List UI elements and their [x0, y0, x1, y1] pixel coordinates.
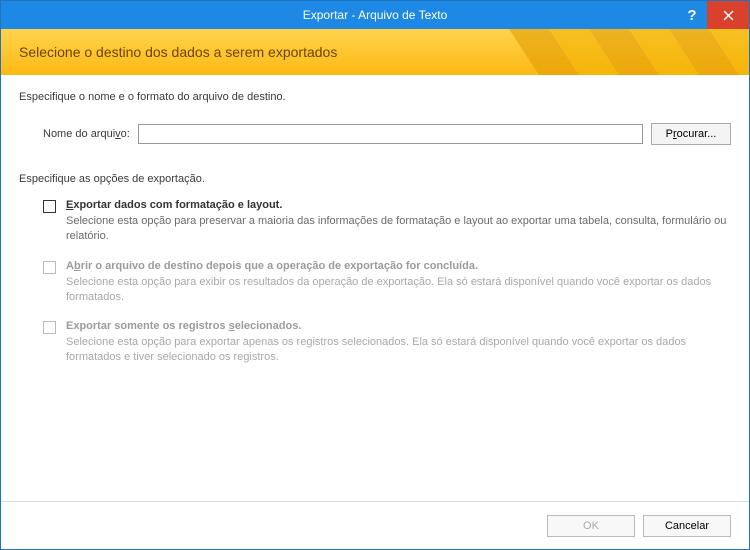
option-title: Abrir o arquivo de destino depois que a …: [66, 260, 731, 272]
filename-row: Nome do arquivo: Procurar...: [19, 123, 731, 145]
close-button[interactable]: [707, 1, 749, 29]
export-dialog: Exportar - Arquivo de Texto ? Selecione …: [0, 0, 750, 550]
option-desc: Selecione esta opção para exibir os resu…: [66, 275, 731, 305]
help-button[interactable]: ?: [677, 1, 707, 29]
checkbox-open-after: [43, 261, 56, 274]
close-icon: [723, 10, 734, 21]
option-export-formatting: Exportar dados com formatação e layout. …: [19, 199, 731, 244]
option-selected-only: Exportar somente os registros selecionad…: [19, 320, 731, 365]
filename-input[interactable]: [138, 124, 643, 144]
ok-button[interactable]: OK: [547, 515, 635, 537]
banner-title: Selecione o destino dos dados a serem ex…: [19, 44, 337, 60]
option-desc: Selecione esta opção para exportar apena…: [66, 335, 731, 365]
banner-decoration: [509, 29, 749, 75]
option-desc: Selecione esta opção para preservar a ma…: [66, 214, 731, 244]
checkbox-export-formatting[interactable]: [43, 200, 56, 213]
options-header: Especifique as opções de exportação.: [19, 173, 731, 185]
content-area: Especifique o nome e o formato do arquiv…: [1, 75, 749, 501]
option-open-after: Abrir o arquivo de destino depois que a …: [19, 260, 731, 305]
checkbox-selected-only: [43, 321, 56, 334]
window-title: Exportar - Arquivo de Texto: [303, 8, 448, 22]
help-icon: ?: [687, 7, 696, 24]
option-title: Exportar somente os registros selecionad…: [66, 320, 731, 332]
filename-label: Nome do arquivo:: [43, 128, 130, 140]
titlebar: Exportar - Arquivo de Texto ?: [1, 1, 749, 29]
file-instruction: Especifique o nome e o formato do arquiv…: [19, 91, 731, 103]
titlebar-controls: ?: [677, 1, 749, 29]
banner: Selecione o destino dos dados a serem ex…: [1, 29, 749, 75]
footer: OK Cancelar: [1, 501, 749, 549]
option-title: Exportar dados com formatação e layout.: [66, 199, 731, 211]
cancel-button[interactable]: Cancelar: [643, 515, 731, 537]
browse-button[interactable]: Procurar...: [651, 123, 731, 145]
